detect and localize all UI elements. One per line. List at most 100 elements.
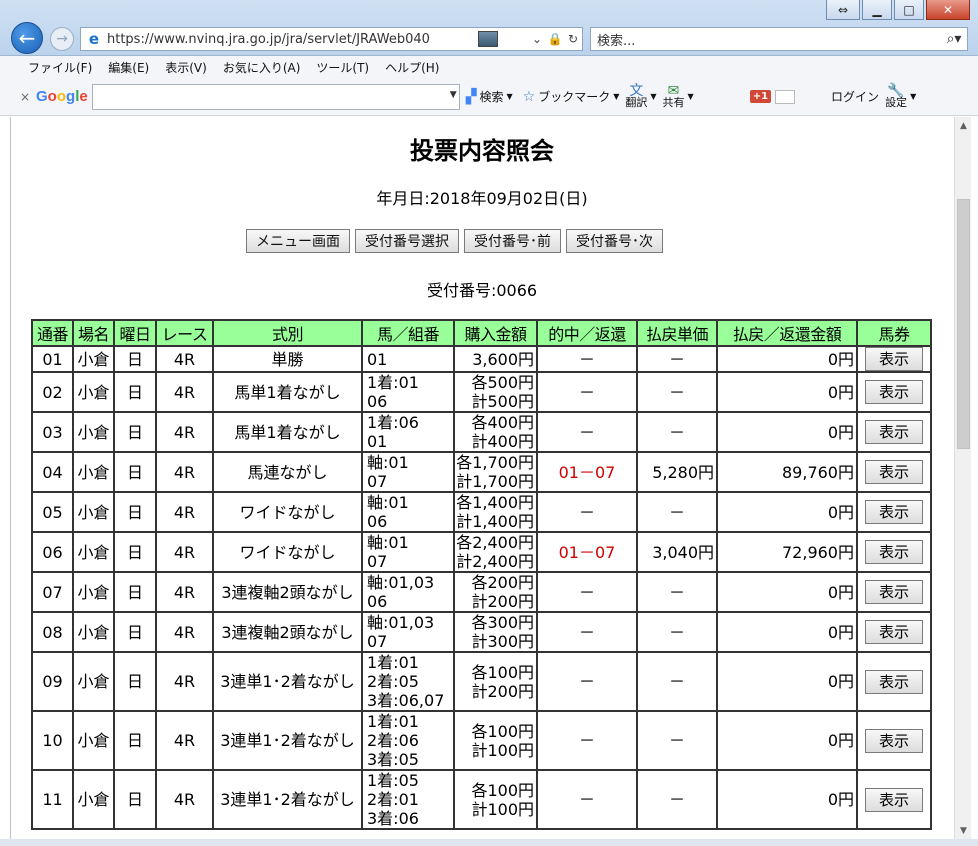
menu-edit[interactable]: 編集(E) — [100, 59, 157, 76]
maximize-button[interactable]: □ — [894, 0, 924, 20]
cell-place: 小倉 — [72, 571, 115, 613]
show-ticket-button[interactable]: 表示 — [865, 380, 923, 404]
bets-table: 通番 場名 曜日 レース 式別 馬／組番 購入金額 的中／返還 払戻単価 払戻／… — [31, 319, 932, 830]
google-toolbar: × Google ▼ ▞ 検索 ▼ ☆ ブックマーク ▼ ⽂翻訳 ▼ ✉ 共有 ▼… — [0, 78, 978, 116]
combo-line: 1着:05 — [367, 771, 419, 790]
vertical-scrollbar[interactable]: ▲ ▼ — [954, 117, 971, 839]
address-url[interactable]: https://www.nvinq.jra.go.jp/jra/servlet/… — [107, 32, 478, 47]
scroll-thumb[interactable] — [957, 199, 970, 449]
cell-day: 日 — [113, 451, 157, 493]
combo-line: 2着:06 — [367, 731, 419, 750]
cell-race: 4R — [155, 491, 214, 533]
minimize-button[interactable]: ▁ — [862, 0, 892, 20]
cell-payout: 0円 — [716, 710, 858, 771]
google-search-button[interactable]: ▞ 検索 ▼ — [466, 88, 513, 105]
show-ticket-button[interactable]: 表示 — [865, 347, 923, 371]
amount-line: 各300円 — [471, 613, 534, 632]
cell-no: 01 — [31, 345, 74, 373]
search-icon[interactable]: ⌕▾ — [941, 31, 967, 47]
combo-line: 1着:01 — [367, 653, 419, 672]
close-toolbar-icon[interactable]: × — [14, 90, 36, 104]
cell-no: 09 — [31, 651, 74, 712]
col-header-amount: 購入金額 — [453, 319, 538, 347]
settings-button[interactable]: 🔧 設定 ▼ — [885, 84, 916, 109]
cell-unit: － — [636, 611, 718, 653]
cell-unit: － — [636, 411, 718, 453]
share-button[interactable]: ✉ 共有 ▼ — [662, 84, 694, 109]
receipt-select-button[interactable]: 受付番号選択 — [355, 229, 459, 253]
google-search-input[interactable]: ▼ — [91, 83, 460, 110]
amount-line: 各200円 — [471, 573, 534, 592]
translate-label: 翻訳 — [625, 95, 648, 109]
show-ticket-button[interactable]: 表示 — [865, 728, 923, 753]
show-ticket-button[interactable]: 表示 — [865, 620, 923, 644]
cell-amount: 各100円 計100円 — [453, 769, 538, 830]
share-label: 共有 — [662, 95, 685, 109]
browser-search-box[interactable]: 検索... ⌕▾ — [590, 27, 968, 51]
star-icon: ☆ — [522, 88, 536, 105]
cell-no: 04 — [31, 451, 74, 493]
search-dropdown-icon[interactable]: ⌄ — [528, 32, 546, 46]
show-ticket-button[interactable]: 表示 — [865, 460, 923, 484]
cell-unit: － — [636, 769, 718, 830]
receipt-next-button[interactable]: 受付番号･次 — [566, 229, 663, 253]
address-bar[interactable]: e https://www.nvinq.jra.go.jp/jra/servle… — [80, 27, 583, 51]
col-header-payout: 払戻／返還金額 — [716, 319, 858, 347]
menu-favorites[interactable]: お気に入り(A) — [215, 59, 309, 76]
show-ticket-button[interactable]: 表示 — [865, 500, 923, 524]
cell-type: ワイドながし — [212, 491, 363, 533]
bookmark-button[interactable]: ☆ ブックマーク ▼ — [523, 88, 620, 105]
menu-screen-button[interactable]: メニュー画面 — [246, 229, 350, 253]
cell-no: 02 — [31, 371, 74, 413]
cell-hit: 01－07 — [536, 451, 638, 493]
show-ticket-button[interactable]: 表示 — [865, 580, 923, 604]
cell-ticket: 表示 — [856, 451, 932, 493]
cell-ticket: 表示 — [856, 769, 932, 830]
combo-line: 軸:01,03 — [367, 573, 435, 592]
chevron-down-icon[interactable]: ▼ — [450, 90, 457, 100]
translate-button[interactable]: ⽂翻訳 ▼ — [625, 84, 656, 109]
show-ticket-button[interactable]: 表示 — [865, 669, 923, 694]
cell-amount: 各200円 計200円 — [453, 571, 538, 613]
ie-page-icon: e — [88, 30, 100, 48]
cell-place: 小倉 — [72, 531, 115, 573]
lock-icon[interactable]: 🔒 — [546, 32, 564, 46]
amount-line: 各400円 — [471, 413, 534, 432]
menu-file[interactable]: ファイル(F) — [20, 59, 100, 76]
cell-hit: － — [536, 769, 638, 830]
combo-line: 3着:05 — [367, 750, 419, 769]
cell-type: 3連単1･2着ながし — [212, 769, 363, 830]
show-ticket-button[interactable]: 表示 — [865, 420, 923, 444]
receipt-prev-button[interactable]: 受付番号･前 — [464, 229, 561, 253]
scroll-up-icon[interactable]: ▲ — [955, 117, 972, 134]
cell-hit: － — [536, 611, 638, 653]
close-button[interactable]: ✕ — [926, 0, 970, 20]
amount-line: 計500円 — [471, 392, 534, 411]
menu-view[interactable]: 表示(V) — [157, 59, 215, 76]
restore-tab-icon[interactable]: ⇔ — [826, 0, 860, 20]
cell-combo: 1着:01 2着:06 3着:05 — [361, 710, 455, 771]
cell-unit: 3,040円 — [636, 531, 718, 573]
amount-line: 各100円 — [471, 721, 534, 741]
show-ticket-button[interactable]: 表示 — [865, 540, 923, 564]
cell-place: 小倉 — [72, 411, 115, 453]
login-link[interactable]: ログイン — [831, 88, 879, 105]
forward-button[interactable]: → — [50, 27, 74, 51]
cell-race: 4R — [155, 710, 214, 771]
cell-race: 4R — [155, 769, 214, 830]
show-ticket-button[interactable]: 表示 — [865, 787, 923, 812]
combo-line: 3着:06 — [367, 809, 419, 828]
amount-line: 各1,700円 — [456, 453, 534, 472]
cell-hit: － — [536, 345, 638, 373]
menu-tools[interactable]: ツール(T) — [308, 59, 377, 76]
cell-type: 馬単1着ながし — [212, 371, 363, 413]
refresh-icon[interactable]: ↻ — [564, 32, 582, 46]
cell-payout: 0円 — [716, 345, 858, 373]
back-button[interactable]: ← — [11, 22, 43, 54]
col-header-place: 場名 — [72, 319, 115, 347]
cell-day: 日 — [113, 411, 157, 453]
combo-line: 06 — [367, 512, 388, 531]
scroll-down-icon[interactable]: ▼ — [955, 822, 972, 839]
menu-help[interactable]: ヘルプ(H) — [377, 59, 447, 76]
plus-one-button[interactable]: +1 — [749, 90, 772, 103]
